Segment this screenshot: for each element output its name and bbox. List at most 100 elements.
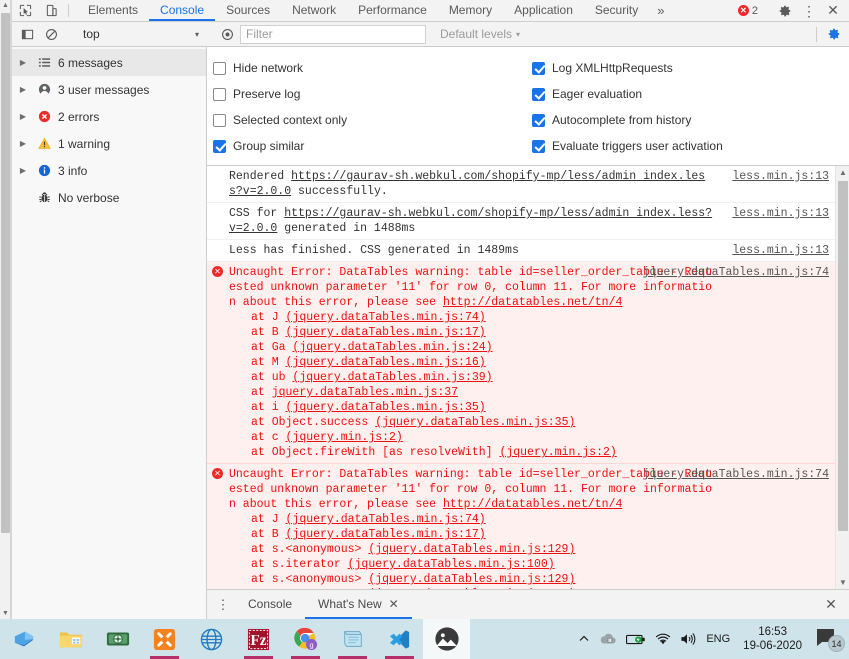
- page-scrollbar[interactable]: ▲ ▼: [0, 0, 11, 619]
- stack-frame-loc[interactable]: (jquery.dataTables.min.js:35): [286, 401, 486, 414]
- stack-frame-loc[interactable]: (jquery.dataTables.min.js:129): [368, 543, 575, 556]
- close-icon[interactable]: ✕: [821, 0, 845, 22]
- drawer-tab-whats-new[interactable]: What's New ✕: [305, 590, 412, 619]
- stack-frame[interactable]: at jquery.dataTables.min.js:37: [251, 385, 835, 400]
- chevron-right-icon[interactable]: ▶: [16, 85, 30, 94]
- selected-context-only-checkbox[interactable]: [213, 113, 226, 127]
- console-settings-icon[interactable]: [823, 24, 845, 45]
- stack-frame[interactable]: at J (jquery.dataTables.min.js:74): [251, 310, 835, 325]
- stack-frame-loc[interactable]: (jquery.dataTables.min.js:17): [286, 326, 486, 339]
- sidebar-item-verbose[interactable]: No verbose: [12, 184, 206, 211]
- file-explorer-icon[interactable]: [47, 619, 94, 659]
- console-scrollbar[interactable]: ▲ ▼: [835, 166, 849, 589]
- page-scrollbar-up-arrow[interactable]: ▲: [0, 0, 11, 11]
- tab-network[interactable]: Network: [281, 0, 347, 21]
- message-source-link[interactable]: less.min.js:13: [732, 206, 829, 221]
- tab-application[interactable]: Application: [503, 0, 584, 21]
- stack-frame-loc[interactable]: (jquery.dataTables.min.js:35): [375, 416, 575, 429]
- console-message-error[interactable]: ✕ Uncaught Error: DataTables warning: ta…: [207, 262, 835, 464]
- page-scrollbar-thumb[interactable]: [1, 13, 10, 533]
- console-message-log[interactable]: Rendered https://gaurav-sh.webkul.com/sh…: [207, 166, 835, 203]
- inspect-element-icon[interactable]: [12, 0, 38, 21]
- hide-network-checkbox[interactable]: [213, 61, 226, 75]
- console-message-log[interactable]: Less has finished. CSS generated in 1489…: [207, 240, 835, 262]
- message-source-link[interactable]: jquery.dataTables.min.js:74: [643, 467, 829, 482]
- chevron-right-icon[interactable]: ▶: [16, 58, 30, 67]
- create-live-expression-icon[interactable]: [216, 24, 238, 45]
- stack-frame[interactable]: at c (jquery.min.js:2): [251, 430, 835, 445]
- stack-frame-loc[interactable]: (jquery.min.js:2): [286, 431, 403, 444]
- chevron-right-icon[interactable]: ▶: [16, 166, 30, 175]
- setting-group-similar[interactable]: Group similar: [213, 133, 532, 159]
- stack-frame[interactable]: at s.<anonymous> (jquery.dataTables.min.…: [251, 542, 835, 557]
- stack-frame-loc[interactable]: (jquery.dataTables.min.js:16): [286, 356, 486, 369]
- setting-evaluate-triggers-user-activation[interactable]: Evaluate triggers user activation: [532, 133, 849, 159]
- show-hidden-icons-icon[interactable]: [578, 633, 590, 645]
- tab-sources[interactable]: Sources: [215, 0, 281, 21]
- stack-frame-loc[interactable]: (jquery.dataTables.min.js:100): [348, 558, 555, 571]
- stack-frame[interactable]: at B (jquery.dataTables.min.js:17): [251, 325, 835, 340]
- console-scroll-up-arrow[interactable]: ▲: [836, 166, 849, 179]
- drawer-menu-icon[interactable]: ⋮: [211, 590, 235, 619]
- tab-console[interactable]: Console: [149, 0, 216, 21]
- error-count-badge[interactable]: ✕ 2: [732, 5, 764, 17]
- stack-frame[interactable]: at i (jquery.dataTables.min.js:35): [251, 400, 835, 415]
- stack-frame[interactable]: at M (jquery.dataTables.min.js:16): [251, 355, 835, 370]
- setting-preserve-log[interactable]: Preserve log: [213, 81, 532, 107]
- camtasia-icon[interactable]: [94, 619, 141, 659]
- console-scroll-down-arrow[interactable]: ▼: [836, 576, 849, 589]
- clock[interactable]: 16:53 19-06-2020: [739, 625, 806, 653]
- language-indicator[interactable]: ENG: [706, 633, 730, 645]
- stack-frame-loc[interactable]: (jquery.dataTables.min.js:39): [292, 371, 492, 384]
- console-scrollbar-thumb[interactable]: [838, 181, 848, 531]
- stack-frame[interactable]: at Object.fireWith [as resolveWith] (jqu…: [251, 445, 835, 460]
- browser-globe-icon[interactable]: [188, 619, 235, 659]
- close-icon[interactable]: ✕: [389, 597, 399, 611]
- gear-icon[interactable]: [773, 0, 797, 22]
- stack-frame[interactable]: at J (jquery.dataTables.min.js:74): [251, 512, 835, 527]
- console-message-error[interactable]: ✕ Uncaught Error: DataTables warning: ta…: [207, 464, 835, 589]
- wifi-icon[interactable]: [655, 633, 671, 646]
- xampp-icon[interactable]: [141, 619, 188, 659]
- setting-eager-evaluation[interactable]: Eager evaluation: [532, 81, 849, 107]
- more-options-icon[interactable]: ⋮: [797, 0, 821, 22]
- filter-input[interactable]: [240, 24, 426, 44]
- filezilla-icon[interactable]: Fz: [235, 619, 282, 659]
- stack-frame-loc[interactable]: (jquery.dataTables.min.js:74): [286, 311, 486, 324]
- action-center-icon[interactable]: 14: [815, 619, 845, 659]
- eager-evaluation-checkbox[interactable]: [532, 87, 545, 101]
- show-console-sidebar-icon[interactable]: [16, 24, 38, 45]
- stack-frame[interactable]: at ub (jquery.dataTables.min.js:39): [251, 370, 835, 385]
- execution-context-selector[interactable]: top ▾: [75, 25, 203, 44]
- log-xmlhttprequests-checkbox[interactable]: [532, 61, 545, 75]
- device-toolbar-icon[interactable]: [38, 0, 64, 21]
- more-tabs-icon[interactable]: »: [649, 0, 672, 21]
- stack-frame[interactable]: at s.<anonymous> (jquery.dataTables.min.…: [251, 587, 835, 589]
- setting-log-xmlhttprequests[interactable]: Log XMLHttpRequests: [532, 55, 849, 81]
- setting-hide-network[interactable]: Hide network: [213, 55, 532, 81]
- evaluate-triggers-user-activation-checkbox[interactable]: [532, 139, 545, 153]
- tab-elements[interactable]: Elements: [77, 0, 149, 21]
- stack-frame-loc[interactable]: (jquery.dataTables.min.js:103): [368, 588, 575, 589]
- photos-icon[interactable]: [423, 619, 470, 659]
- stack-frame[interactable]: at s.<anonymous> (jquery.dataTables.min.…: [251, 572, 835, 587]
- console-message-log[interactable]: CSS for https://gaurav-sh.webkul.com/sho…: [207, 203, 835, 240]
- page-scrollbar-down-arrow[interactable]: ▼: [0, 608, 11, 619]
- chrome-icon[interactable]: g: [282, 619, 329, 659]
- volume-icon[interactable]: [680, 632, 697, 646]
- onedrive-icon[interactable]: [599, 632, 617, 646]
- group-similar-checkbox[interactable]: [213, 139, 226, 153]
- sidebar-item-info[interactable]: ▶ 3 info: [12, 157, 206, 184]
- chevron-right-icon[interactable]: ▶: [16, 139, 30, 148]
- stack-frame[interactable]: at s.iterator (jquery.dataTables.min.js:…: [251, 557, 835, 572]
- chevron-right-icon[interactable]: ▶: [16, 112, 30, 121]
- stack-frame[interactable]: at Ga (jquery.dataTables.min.js:24): [251, 340, 835, 355]
- notepad-icon[interactable]: [329, 619, 376, 659]
- drawer-close-icon[interactable]: ✕: [819, 594, 843, 616]
- stack-frame-loc[interactable]: jquery.dataTables.min.js:37: [272, 386, 458, 399]
- stack-frame-loc[interactable]: (jquery.min.js:2): [499, 446, 616, 459]
- setting-autocomplete-from-history[interactable]: Autocomplete from history: [532, 107, 849, 133]
- sidebar-item-errors[interactable]: ▶ 2 errors: [12, 103, 206, 130]
- stack-frame-loc[interactable]: (jquery.dataTables.min.js:129): [368, 573, 575, 586]
- tab-memory[interactable]: Memory: [438, 0, 503, 21]
